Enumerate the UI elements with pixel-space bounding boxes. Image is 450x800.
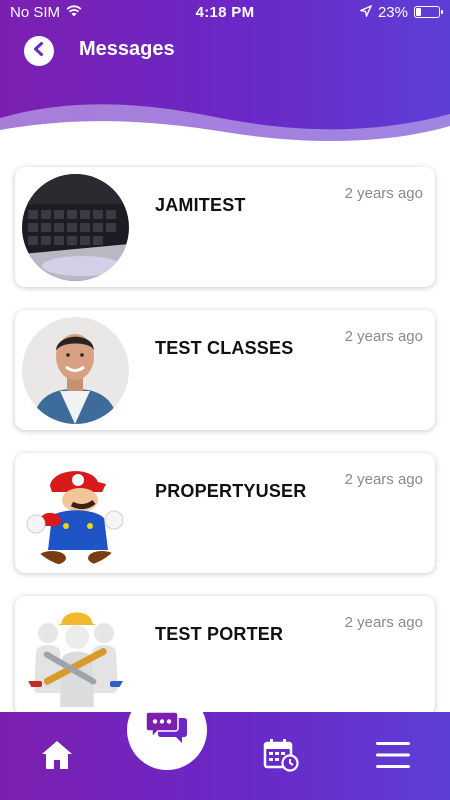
contact-name: JAMITEST [155,195,246,215]
calendar-clock-icon [263,738,299,777]
laptop-keyboard-photo [22,174,129,281]
chat-bubbles-icon [145,710,188,751]
page-title: Messages [79,38,175,60]
avatar [22,460,129,567]
message-card-jamitest[interactable]: JAMITEST 2 years ago [15,167,435,287]
message-card-propertyuser[interactable]: PROPERTYUSER 2 years ago [15,453,435,573]
mario-character-image [22,460,129,567]
header: No SIM 4:18 PM 23% Messages [0,0,450,150]
message-time: 2 years ago [344,614,423,631]
message-time: 2 years ago [344,185,423,202]
battery-percent: 23% [377,3,408,21]
message-card-test-classes[interactable]: TEST CLASSES 2 years ago [15,310,435,430]
avatar [22,317,129,424]
contact-name: TEST PORTER [155,624,284,644]
bottom-nav [0,712,450,800]
messages-tab[interactable] [127,690,207,770]
carrier-label: No SIM [10,3,61,21]
contact-name: TEST CLASSES [155,338,294,358]
avatar [22,603,129,710]
home-icon [40,739,74,776]
avatar [22,174,129,281]
chevron-left-icon [31,41,47,62]
status-time: 4:18 PM [195,3,255,21]
menu-icon [376,740,410,775]
wifi-icon [66,4,82,21]
contact-name: PROPERTYUSER [155,481,307,501]
menu-tab[interactable] [374,740,412,774]
home-tab[interactable] [38,740,76,774]
battery-level [416,8,421,16]
message-card-test-porter[interactable]: TEST PORTER 2 years ago [15,596,435,716]
calendar-tab[interactable] [262,738,300,776]
status-bar: No SIM 4:18 PM 23% [0,0,450,24]
smiling-man-photo [22,317,129,424]
message-time: 2 years ago [344,328,423,345]
back-button[interactable] [24,36,54,66]
workers-with-tools-image [22,603,129,710]
battery-icon [414,6,443,18]
location-arrow-icon [358,4,373,21]
message-time: 2 years ago [344,471,423,488]
header-wave [0,104,450,150]
